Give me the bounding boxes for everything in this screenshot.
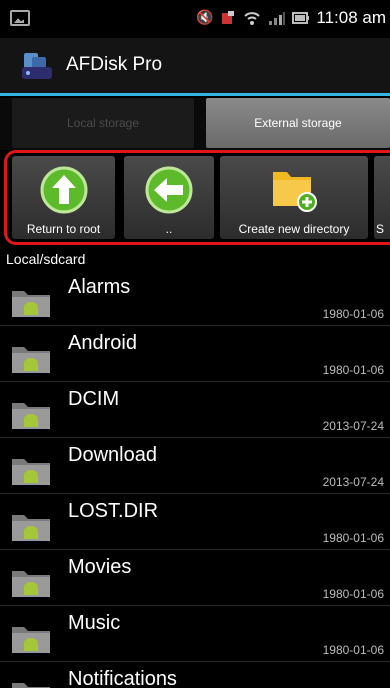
action-bar: AFDisk Pro [0,38,390,96]
file-name: LOST.DIR [68,500,159,522]
signal-icon [268,10,286,26]
app-logo-icon[interactable] [18,51,56,81]
android-folder-icon [12,291,50,317]
file-name: Movies [68,556,132,578]
storage-tabs: Local storage External storage [0,98,390,150]
list-item[interactable]: Movies 1980-01-06 [0,550,390,606]
file-date: 1980-01-06 [322,531,384,545]
return-to-root-label: Return to root [26,222,101,236]
more-toolbar-label: S [376,222,385,236]
battery-icon [292,10,310,26]
list-item[interactable]: Alarms 1980-01-06 [0,270,390,326]
android-folder-icon [12,347,50,373]
file-date: 1980-01-06 [322,643,384,657]
file-name: Download [68,444,157,466]
android-folder-icon [12,403,50,429]
parent-directory-button[interactable]: .. [124,156,214,239]
app-title: AFDisk Pro [66,54,163,75]
arrow-left-icon [145,166,193,214]
android-folder-icon [12,627,50,653]
new-folder-icon [273,172,317,212]
android-folder-icon [12,683,50,688]
file-date: 1980-01-06 [322,587,384,601]
action-toolbar: Return to root .. Create new directory S [4,150,390,245]
list-item[interactable]: Notifications [0,662,390,688]
wifi-icon [244,10,261,26]
notification-icon [220,10,236,26]
status-icons: 🔇 11:08 am [196,8,386,28]
parent-directory-label: .. [165,222,173,236]
file-date: 2013-07-24 [322,475,384,489]
list-item[interactable]: DCIM 2013-07-24 [0,382,390,438]
list-item[interactable]: Music 1980-01-06 [0,606,390,662]
android-folder-icon [12,459,50,485]
current-path: Local/sdcard [6,251,86,267]
tab-external-storage[interactable]: External storage [206,98,390,148]
create-new-directory-button[interactable]: Create new directory [220,156,368,239]
gallery-icon [10,10,30,26]
file-date: 1980-01-06 [322,307,384,321]
file-name: Music [68,612,121,634]
list-item[interactable]: Android 1980-01-06 [0,326,390,382]
file-name: Alarms [68,276,131,298]
file-name: Notifications [68,668,177,688]
create-new-directory-label: Create new directory [238,222,350,236]
clock: 11:08 am [316,8,386,27]
file-name: Android [68,332,137,354]
file-date: 1980-01-06 [322,363,384,377]
file-date: 2013-07-24 [322,419,384,433]
return-to-root-button[interactable]: Return to root [12,156,115,239]
file-name: DCIM [68,388,120,410]
arrow-up-icon [40,166,87,214]
status-bar: 🔇 11:08 am [0,0,390,38]
android-folder-icon [12,571,50,597]
more-toolbar-button[interactable]: S [374,156,390,239]
tab-local-storage[interactable]: Local storage [12,98,194,148]
mute-icon: 🔇 [196,10,214,26]
list-item[interactable]: Download 2013-07-24 [0,438,390,494]
file-list: Alarms 1980-01-06 Android 1980-01-06 DCI… [0,270,390,688]
list-item[interactable]: LOST.DIR 1980-01-06 [0,494,390,550]
android-folder-icon [12,515,50,541]
